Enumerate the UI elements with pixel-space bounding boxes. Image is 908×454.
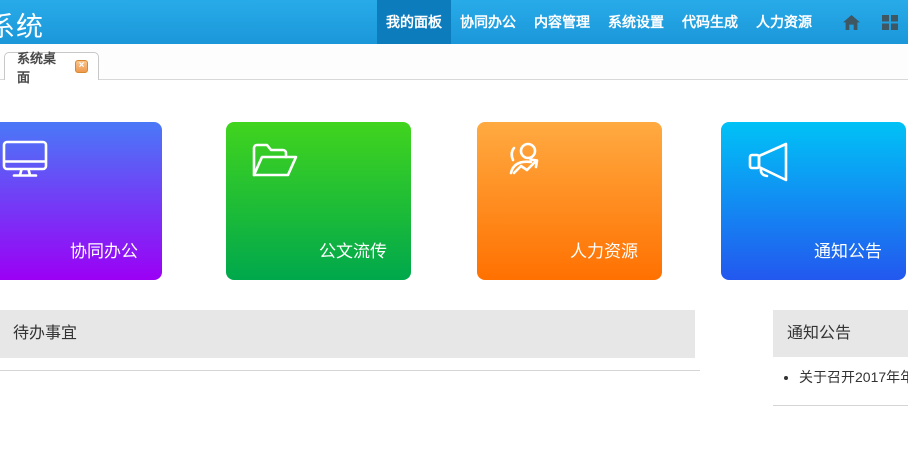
notice-list-item[interactable]: 关于召开2017年年 xyxy=(799,362,908,393)
tile-label: 通知公告 xyxy=(814,237,882,262)
notice-panel-header: 通知公告 xyxy=(773,310,908,357)
app-title: 系统 xyxy=(0,5,44,44)
todo-panel-header: 待办事宜 xyxy=(0,310,695,358)
nav-item-my-dashboard[interactable]: 我的面板 xyxy=(377,0,451,44)
tab-label: 系统桌面 xyxy=(17,48,66,86)
tile-label: 协同办公 xyxy=(70,237,138,262)
tile-label: 公文流传 xyxy=(319,237,387,262)
nav-item-code-gen[interactable]: 代码生成 xyxy=(673,0,747,44)
app-window: 系统 我的面板 协同办公 内容管理 系统设置 代码生成 人力资源 xyxy=(0,0,908,454)
open-folder-icon xyxy=(251,140,299,182)
nav-item-content-mgmt[interactable]: 内容管理 xyxy=(525,0,599,44)
tab-system-desktop[interactable]: 系统桌面 × xyxy=(4,52,99,80)
main-nav: 我的面板 协同办公 内容管理 系统设置 代码生成 人力资源 xyxy=(377,0,898,44)
tab-close-icon[interactable]: × xyxy=(75,60,88,73)
grid-icon[interactable] xyxy=(882,0,898,44)
nav-item-collaboration[interactable]: 协同办公 xyxy=(451,0,525,44)
tile-document-flow[interactable]: 公文流传 xyxy=(226,122,411,280)
nav-item-hr[interactable]: 人力资源 xyxy=(747,0,821,44)
tile-notices[interactable]: 通知公告 xyxy=(721,122,906,280)
monitor-icon xyxy=(2,140,50,182)
tile-hr[interactable]: 人力资源 xyxy=(477,122,662,280)
notice-list: 关于召开2017年年 xyxy=(773,362,908,393)
tile-collaboration[interactable]: 协同办公 xyxy=(0,122,162,280)
tab-bar: 系统桌面 × xyxy=(0,44,908,80)
notice-panel-divider xyxy=(773,405,908,406)
person-growth-icon xyxy=(502,140,550,184)
home-icon[interactable] xyxy=(843,0,860,44)
nav-item-system-settings[interactable]: 系统设置 xyxy=(599,0,673,44)
megaphone-icon xyxy=(746,140,794,184)
tile-label: 人力资源 xyxy=(570,237,638,262)
todo-panel-divider xyxy=(0,370,700,371)
top-header: 系统 我的面板 协同办公 内容管理 系统设置 代码生成 人力资源 xyxy=(0,0,908,44)
